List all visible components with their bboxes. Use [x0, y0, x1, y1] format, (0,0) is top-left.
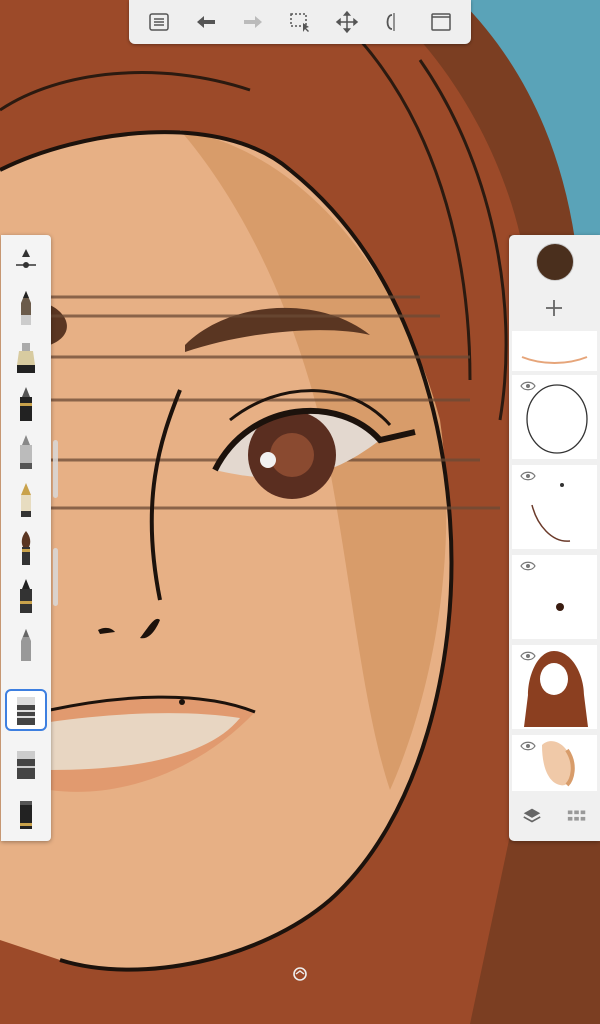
symmetry-icon[interactable] — [376, 4, 412, 40]
ink-pen-icon[interactable] — [5, 575, 47, 617]
palette-scroll-handle[interactable] — [53, 548, 58, 606]
fullscreen-icon[interactable] — [423, 4, 459, 40]
add-layer-button[interactable] — [539, 293, 569, 323]
felt-tip-icon[interactable] — [5, 431, 47, 473]
undo-icon[interactable] — [188, 4, 224, 40]
airbrush-icon[interactable] — [5, 623, 47, 665]
top-toolbar — [129, 0, 471, 44]
redo-icon[interactable] — [235, 4, 271, 40]
layer-thumbnail[interactable] — [512, 375, 597, 459]
layer-thumbnail[interactable] — [512, 735, 597, 791]
palette-scroll-handle[interactable] — [53, 440, 58, 498]
marker-icon[interactable] — [5, 335, 47, 377]
layer-thumbnail[interactable] — [512, 555, 597, 639]
layer-thumbnail[interactable] — [512, 331, 597, 371]
chisel-marker-icon[interactable] — [5, 793, 47, 835]
grid-menu-icon[interactable] — [566, 805, 588, 827]
layer-list — [512, 331, 597, 791]
pencil-icon[interactable] — [5, 287, 47, 329]
layer-panel — [509, 235, 600, 841]
paint-brush-icon[interactable] — [5, 527, 47, 569]
hard-eraser-icon[interactable] — [5, 689, 47, 731]
list-menu-icon[interactable] — [141, 4, 177, 40]
layer-thumbnail[interactable] — [512, 465, 597, 549]
transform-icon[interactable] — [329, 4, 365, 40]
canvas-rotate-handle-icon[interactable] — [292, 966, 308, 982]
ballpoint-pen-icon[interactable] — [5, 383, 47, 425]
layers-stack-icon[interactable] — [521, 805, 543, 827]
fountain-pen-icon[interactable] — [5, 479, 47, 521]
layer-thumbnail[interactable] — [512, 645, 597, 729]
soft-eraser-icon[interactable] — [5, 743, 47, 785]
layer-panel-footer — [509, 791, 600, 841]
selection-icon[interactable] — [282, 4, 318, 40]
brush-size-slider-icon[interactable] — [5, 239, 47, 281]
brush-palette — [1, 235, 51, 841]
color-puck[interactable] — [536, 243, 574, 281]
